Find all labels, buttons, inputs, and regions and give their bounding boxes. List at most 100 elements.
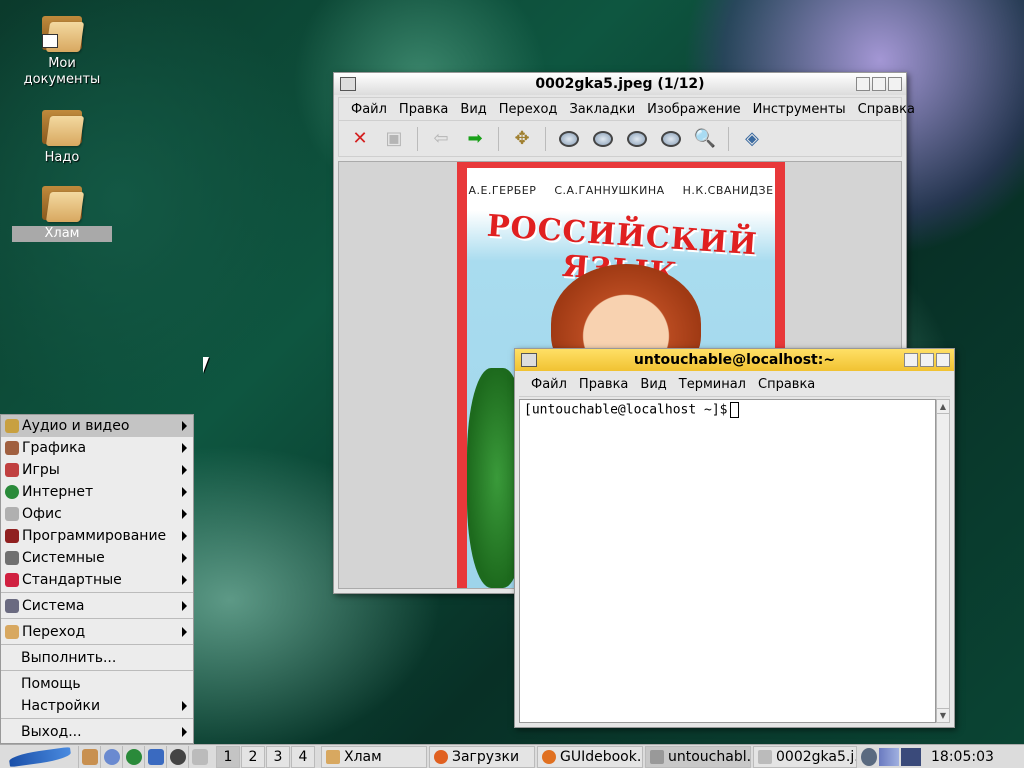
firefox-icon xyxy=(434,749,448,764)
task-image-viewer[interactable]: 0002gka5.j... xyxy=(753,745,857,768)
system-tray xyxy=(861,746,921,768)
start-menu-button[interactable] xyxy=(2,746,78,768)
desktop-switch-4[interactable]: 4 xyxy=(291,745,315,768)
submenu-arrow-icon xyxy=(182,627,187,637)
fullscreen-icon[interactable]: ◈ xyxy=(737,125,767,153)
terminal-scrollbar[interactable]: ▲ ▼ xyxy=(936,399,950,723)
menu-bookmarks[interactable]: Закладки xyxy=(563,102,641,117)
menu-item-office[interactable]: Офис xyxy=(1,503,193,525)
quicklaunch-disc[interactable] xyxy=(166,745,188,768)
viewer-titlebar[interactable]: 0002gka5.jpeg (1/12) xyxy=(334,73,906,95)
games-icon xyxy=(5,463,19,477)
menu-item-audio-video[interactable]: Аудио и видео xyxy=(1,415,193,437)
zoom-100-icon[interactable] xyxy=(622,125,652,153)
start-menu: Аудио и видео Графика Игры Интернет Офис… xyxy=(0,414,194,744)
maximize-button[interactable] xyxy=(920,353,934,367)
scroll-down-icon[interactable]: ▼ xyxy=(937,708,949,722)
desktop-switch-2[interactable]: 2 xyxy=(241,745,265,768)
terminal-output[interactable]: [untouchable@localhost ~]$ xyxy=(519,399,936,723)
submenu-arrow-icon xyxy=(182,509,187,519)
menu-item-system-tools[interactable]: Системные xyxy=(1,547,193,569)
task-downloads[interactable]: Загрузки xyxy=(429,745,535,768)
office-icon xyxy=(5,507,19,521)
memory-monitor-icon[interactable] xyxy=(901,747,921,766)
package-icon xyxy=(81,748,98,765)
fit-window-icon[interactable]: ✥ xyxy=(507,125,537,153)
task-guidebook[interactable]: GUIdebook... xyxy=(537,745,643,768)
zoom-in-icon[interactable] xyxy=(554,125,584,153)
back-arrow-icon[interactable]: ⇦ xyxy=(426,125,456,153)
quicklaunch-files[interactable] xyxy=(144,745,166,768)
menu-item-accessories[interactable]: Стандартные xyxy=(1,569,193,591)
scroll-up-icon[interactable]: ▲ xyxy=(937,400,949,414)
quicklaunch-settings[interactable] xyxy=(100,745,122,768)
menu-item-system[interactable]: Система xyxy=(1,595,193,617)
menu-item-goto[interactable]: Переход xyxy=(1,621,193,643)
submenu-arrow-icon xyxy=(182,701,187,711)
menu-item-programming[interactable]: Программирование xyxy=(1,525,193,547)
menu-item-internet[interactable]: Интернет xyxy=(1,481,193,503)
quicklaunch-package-manager[interactable] xyxy=(78,745,100,768)
control-center-icon xyxy=(103,748,120,765)
menu-item-run[interactable]: Выполнить... xyxy=(1,647,193,669)
window-title: 0002gka5.jpeg (1/12) xyxy=(535,76,705,92)
clock[interactable]: 18:05:03 xyxy=(927,749,998,765)
folder-icon xyxy=(40,12,85,52)
submenu-arrow-icon xyxy=(182,421,187,431)
forward-arrow-icon[interactable]: ➡ xyxy=(460,125,490,153)
menu-item-exit[interactable]: Выход... xyxy=(1,721,193,743)
menu-image[interactable]: Изображение xyxy=(641,102,746,117)
mouse-pointer-icon xyxy=(203,357,215,373)
terminal-titlebar[interactable]: untouchable@localhost:~ xyxy=(515,349,954,371)
quicklaunch-tree[interactable] xyxy=(122,745,144,768)
menu-help[interactable]: Справка xyxy=(852,102,921,117)
quicklaunch-terminal[interactable] xyxy=(188,745,210,768)
desktop-icon-label: документы xyxy=(23,72,101,87)
window-menu-icon[interactable] xyxy=(340,77,356,91)
graphics-icon xyxy=(5,441,19,455)
menu-view[interactable]: Вид xyxy=(634,377,672,392)
desktop-switch-3[interactable]: 3 xyxy=(266,745,290,768)
desktop-icon-nado[interactable]: Надо xyxy=(12,106,112,166)
terminal-window[interactable]: untouchable@localhost:~ Файл Правка Вид … xyxy=(514,348,955,728)
delete-icon[interactable]: ✕ xyxy=(345,125,375,153)
menu-item-graphics[interactable]: Графика xyxy=(1,437,193,459)
menu-item-help[interactable]: Помощь xyxy=(1,673,193,695)
close-button[interactable] xyxy=(888,77,902,91)
folder-icon xyxy=(5,625,19,639)
menu-edit[interactable]: Правка xyxy=(573,377,634,392)
desktop-switch-1[interactable]: 1 xyxy=(216,745,240,768)
maximize-button[interactable] xyxy=(872,77,886,91)
zoom-fit-icon[interactable] xyxy=(656,125,686,153)
menu-edit[interactable]: Правка xyxy=(393,102,454,117)
desktop-icon-label: Надо xyxy=(44,150,80,165)
network-icon[interactable] xyxy=(861,747,877,766)
menu-view[interactable]: Вид xyxy=(454,102,492,117)
magnifier-icon[interactable]: 🔍 xyxy=(690,125,720,153)
save-icon[interactable]: ▣ xyxy=(379,125,409,153)
tree-icon xyxy=(125,748,142,765)
menu-file[interactable]: Файл xyxy=(525,377,573,392)
submenu-arrow-icon xyxy=(182,727,187,737)
wrench-icon xyxy=(5,551,19,565)
window-menu-icon[interactable] xyxy=(521,353,537,367)
minimize-button[interactable] xyxy=(904,353,918,367)
desktop-icon-my-documents[interactable]: Мои документы xyxy=(12,12,112,88)
task-terminal[interactable]: untouchabl... xyxy=(645,745,751,768)
menu-help[interactable]: Справка xyxy=(752,377,821,392)
menu-tools[interactable]: Инструменты xyxy=(747,102,852,117)
zoom-out-icon[interactable] xyxy=(588,125,618,153)
bug-icon xyxy=(5,529,19,543)
menu-go[interactable]: Переход xyxy=(493,102,564,117)
menu-item-games[interactable]: Игры xyxy=(1,459,193,481)
desktop-icon-label: Мои xyxy=(48,56,76,71)
menu-item-settings[interactable]: Настройки xyxy=(1,695,193,717)
submenu-arrow-icon xyxy=(182,601,187,611)
cpu-monitor-icon[interactable] xyxy=(879,747,899,766)
desktop-icon-khlam[interactable]: Хлам xyxy=(12,182,112,242)
menu-terminal[interactable]: Терминал xyxy=(673,377,752,392)
task-khlam[interactable]: Хлам xyxy=(321,745,427,768)
minimize-button[interactable] xyxy=(856,77,870,91)
close-button[interactable] xyxy=(936,353,950,367)
menu-file[interactable]: Файл xyxy=(345,102,393,117)
